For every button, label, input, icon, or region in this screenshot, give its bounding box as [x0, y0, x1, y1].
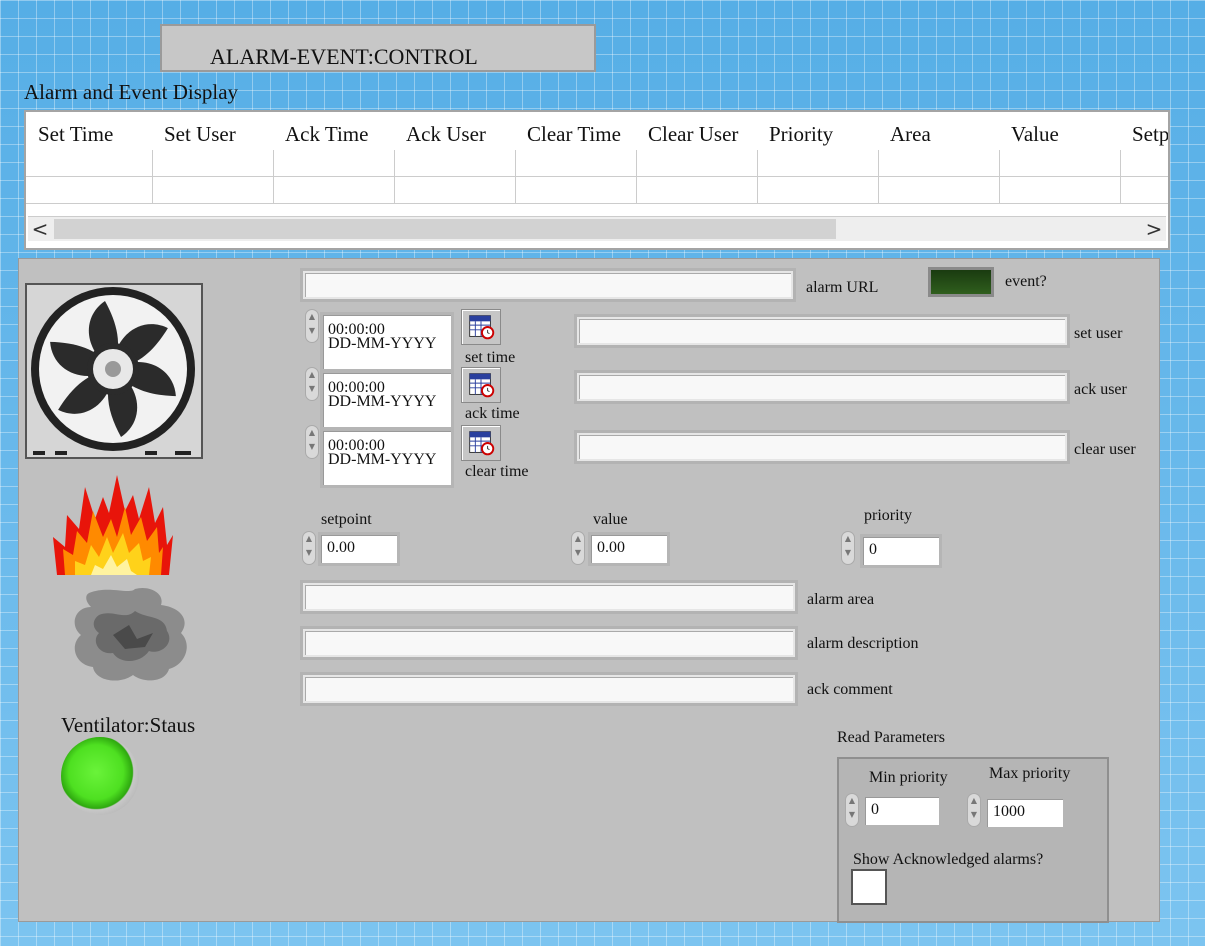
ack-time-field[interactable]: 00:00:00 DD-MM-YYYY: [323, 373, 451, 427]
set-date-value: DD-MM-YYYY: [328, 335, 437, 352]
column-header[interactable]: Priority: [757, 112, 878, 150]
max-priority-input[interactable]: 1000: [987, 799, 1063, 827]
clear-time-label: clear time: [465, 463, 529, 480]
clear-user-field[interactable]: [577, 433, 1067, 461]
set-time-field[interactable]: 00:00:00 DD-MM-YYYY: [323, 315, 451, 369]
max-priority-label: Max priority: [989, 765, 1071, 782]
event-led: [928, 267, 994, 297]
clear-time-calendar-icon[interactable]: [461, 425, 501, 461]
ack-time-label: ack time: [465, 405, 520, 422]
ack-time-spinner[interactable]: ▲ ▼: [305, 367, 319, 401]
value-spinner[interactable]: ▲ ▼: [571, 531, 585, 565]
ack-user-label: ack user: [1074, 381, 1127, 398]
fire-icon: [53, 475, 173, 575]
alarm-description-label: alarm description: [807, 635, 919, 652]
set-user-field[interactable]: [577, 317, 1067, 345]
priority-input[interactable]: 0: [863, 537, 939, 565]
clear-time-field[interactable]: 00:00:00 DD-MM-YYYY: [323, 431, 451, 485]
read-parameters-group: Min priority ▲ ▼ 0 Max priority ▲ ▼ 1000 S…: [837, 757, 1109, 923]
set-time-spinner[interactable]: ▲ ▼: [305, 309, 319, 343]
column-header[interactable]: Value: [999, 112, 1120, 150]
setpoint-spinner[interactable]: ▲ ▼: [302, 531, 316, 565]
min-priority-input[interactable]: 0: [865, 797, 939, 825]
ack-user-field[interactable]: [577, 373, 1067, 401]
ack-date-value: DD-MM-YYYY: [328, 393, 437, 410]
scroll-right-icon[interactable]: >: [1142, 217, 1166, 241]
table-row[interactable]: [26, 176, 1168, 204]
max-priority-spinner[interactable]: ▲ ▼: [967, 793, 981, 827]
column-header[interactable]: Area: [878, 112, 999, 150]
set-time-label: set time: [465, 349, 516, 366]
priority-label: priority: [864, 507, 912, 524]
set-user-label: set user: [1074, 325, 1123, 342]
column-header[interactable]: Clear User: [636, 112, 757, 150]
ack-time-calendar-icon[interactable]: [461, 367, 501, 403]
column-header[interactable]: Ack User: [394, 112, 515, 150]
clear-time-spinner[interactable]: ▲ ▼: [305, 425, 319, 459]
ack-comment-field[interactable]: [303, 675, 795, 703]
ventilator-status-label: Ventilator:Staus: [61, 713, 196, 737]
show-acknowledged-label: Show Acknowledged alarms?: [853, 851, 1044, 868]
show-acknowledged-checkbox[interactable]: [851, 869, 887, 905]
setpoint-input[interactable]: 0.00: [321, 535, 397, 563]
event-label: event?: [1005, 273, 1047, 290]
alarm-event-table[interactable]: Set Time Set User Ack Time Ack User Clea…: [24, 110, 1170, 250]
column-header[interactable]: Set Time: [26, 112, 152, 150]
horizontal-scrollbar[interactable]: < >: [28, 216, 1166, 241]
priority-spinner[interactable]: ▲ ▼: [841, 531, 855, 565]
smoke-icon: [74, 587, 187, 681]
min-priority-spinner[interactable]: ▲ ▼: [845, 793, 859, 827]
clear-user-label: clear user: [1074, 441, 1136, 458]
column-header[interactable]: Setp: [1120, 112, 1168, 150]
alarm-url-label: alarm URL: [806, 279, 879, 296]
value-input[interactable]: 0.00: [591, 535, 667, 563]
read-parameters-label: Read Parameters: [837, 729, 945, 746]
table-row[interactable]: [26, 150, 1168, 177]
setpoint-label: setpoint: [321, 511, 372, 528]
value-label: value: [593, 511, 628, 528]
column-header[interactable]: Set User: [152, 112, 273, 150]
alarm-area-label: alarm area: [807, 591, 875, 608]
ack-comment-label: ack comment: [807, 681, 893, 698]
fan-icon: [25, 283, 203, 459]
table-header-row: Set Time Set User Ack Time Ack User Clea…: [26, 112, 1168, 150]
ventilator-status-led: [61, 737, 139, 815]
scrollbar-thumb[interactable]: [54, 219, 836, 239]
alarm-description-field[interactable]: [303, 629, 795, 657]
alarm-event-control-button[interactable]: ALARM-EVENT:CONTROL: [160, 24, 596, 72]
column-header[interactable]: Clear Time: [515, 112, 636, 150]
set-time-calendar-icon[interactable]: [461, 309, 501, 345]
clear-date-value: DD-MM-YYYY: [328, 451, 437, 468]
alarm-url-field[interactable]: [303, 271, 793, 299]
alarm-event-display-label: Alarm and Event Display: [24, 80, 239, 104]
alarm-area-field[interactable]: [303, 583, 795, 611]
scroll-left-icon[interactable]: <: [28, 217, 52, 241]
column-header[interactable]: Ack Time: [273, 112, 394, 150]
control-panel: Ventilator:Staus alarm URL event? ▲ ▼ 00:…: [18, 258, 1160, 923]
min-priority-label: Min priority: [869, 769, 948, 786]
